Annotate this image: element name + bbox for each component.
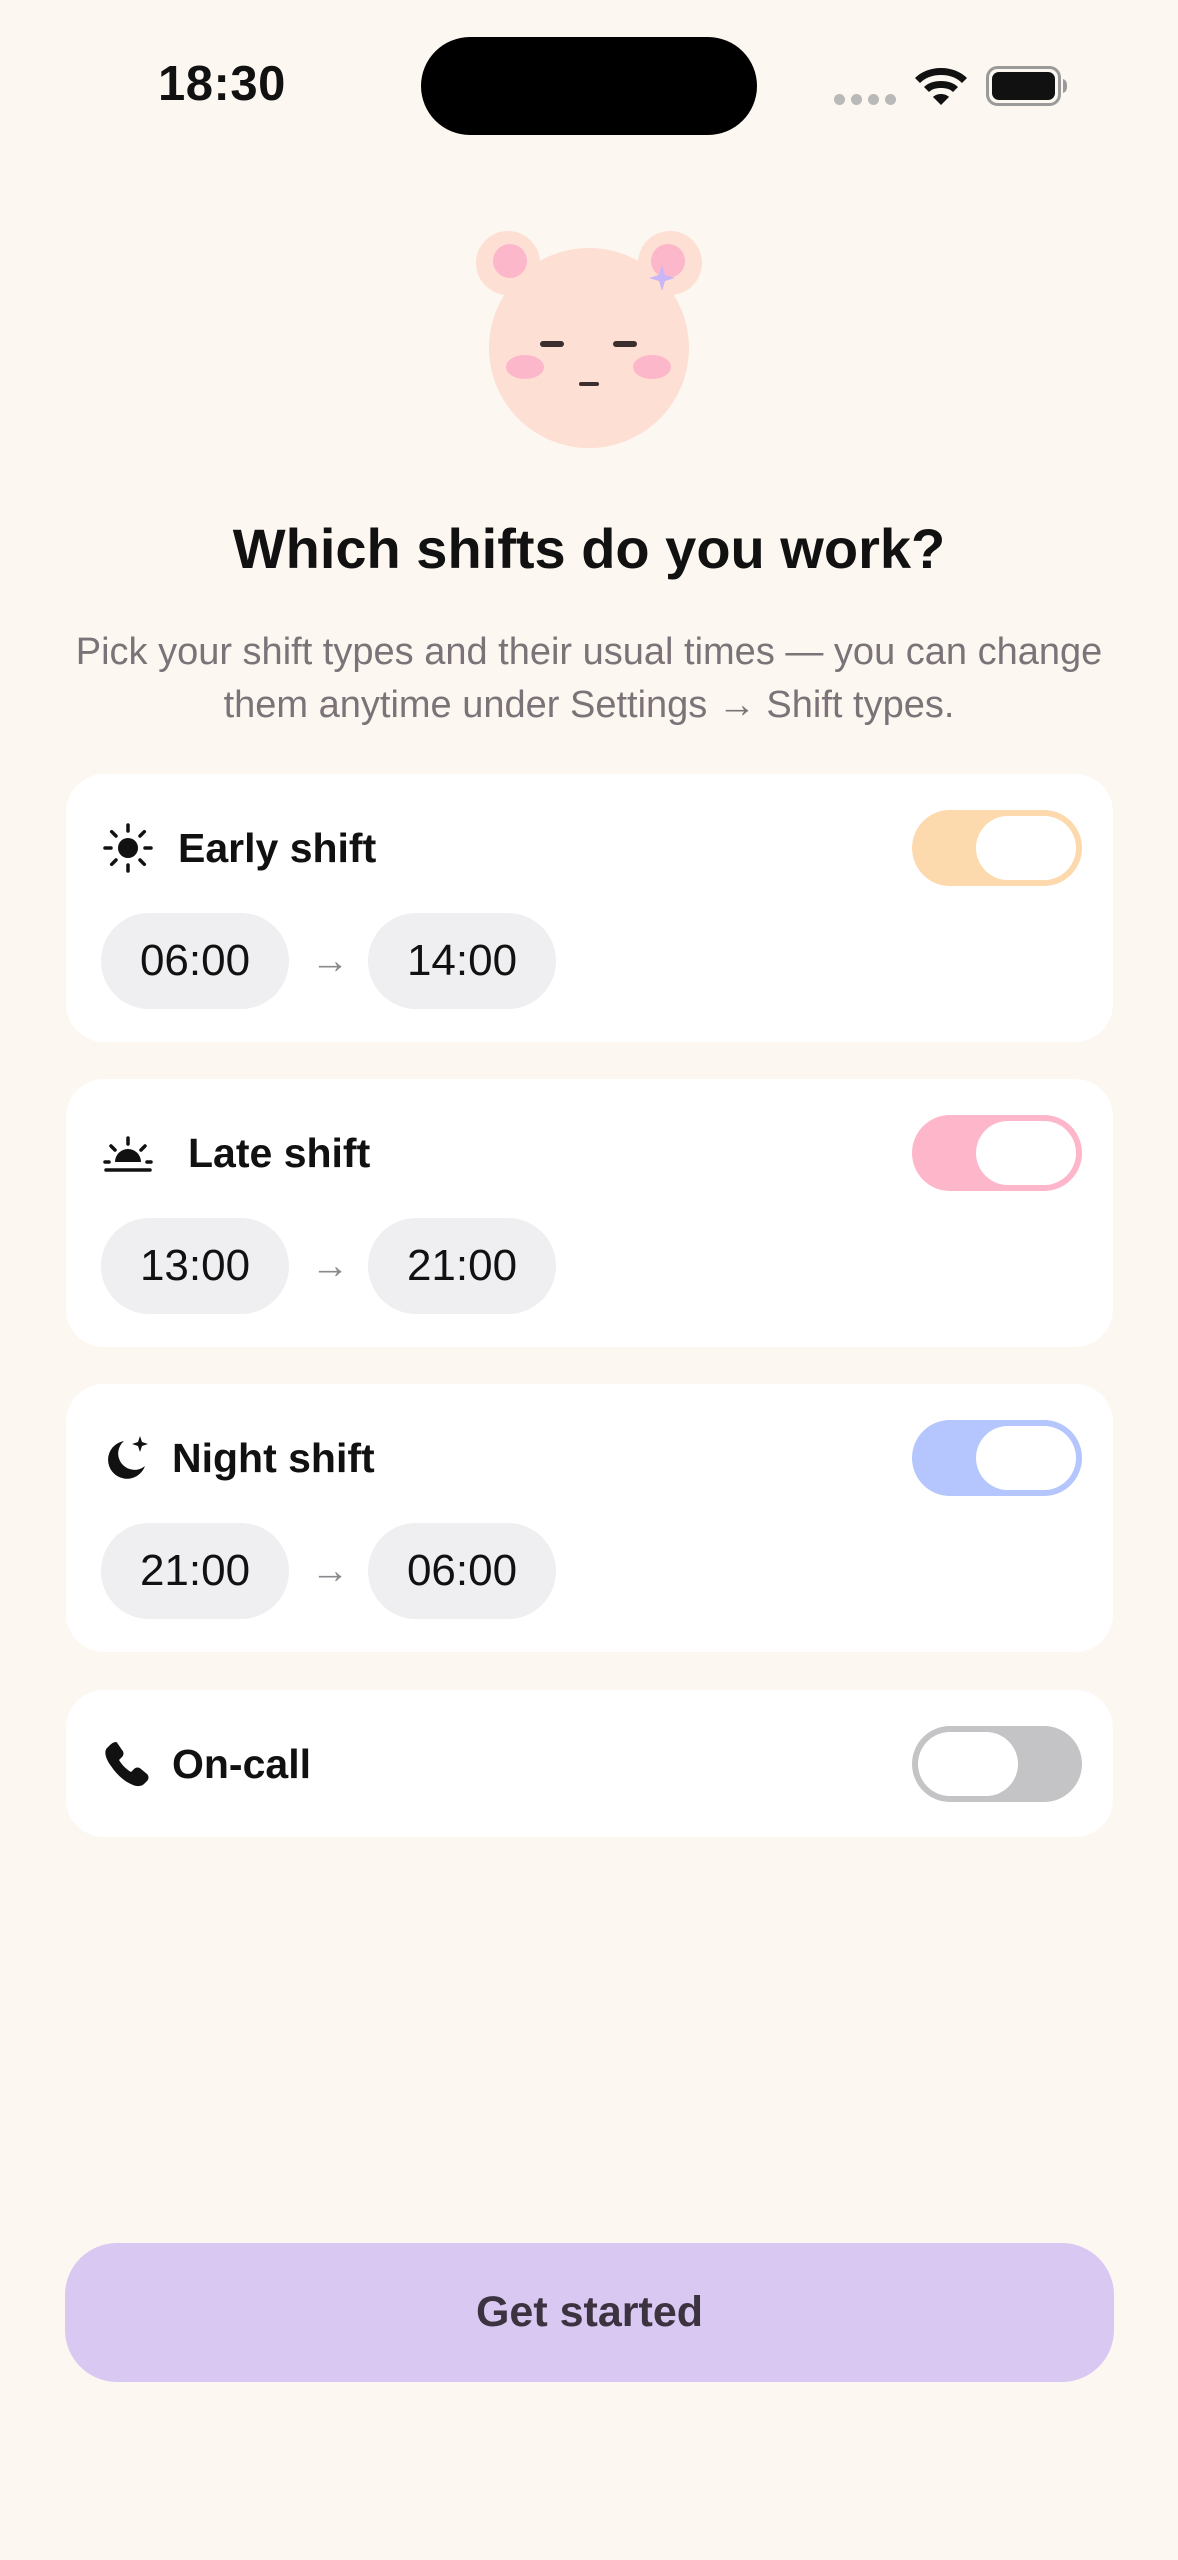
shift-card-early: Early shift 06:00 → 14:00 (66, 774, 1113, 1042)
wifi-icon (915, 68, 967, 105)
page-title: Which shifts do you work? (232, 517, 946, 580)
on-call-toggle[interactable] (912, 1726, 1082, 1802)
toggle-knob (976, 1426, 1076, 1490)
signal-dots-icon (834, 94, 896, 106)
sunset-icon (103, 1136, 153, 1172)
shift-card-on-call: On-call (66, 1690, 1113, 1837)
arrow-right-icon: → (311, 1550, 349, 1592)
night-shift-toggle[interactable] (912, 1420, 1082, 1496)
sun-icon (103, 823, 153, 873)
start-time-pill[interactable]: 13:00 (101, 1218, 289, 1314)
phone-icon (105, 1742, 149, 1787)
toggle-knob (918, 1732, 1018, 1796)
shift-card-night: Night shift 21:00 → 06:00 (66, 1384, 1113, 1652)
shift-card-late: Late shift 13:00 → 21:00 (66, 1079, 1113, 1347)
bear-face-icon (476, 231, 702, 448)
status-time: 18:30 (158, 57, 286, 111)
shift-label: On-call (172, 1741, 311, 1787)
status-bar: 18:30 (0, 0, 1178, 150)
shift-label: Night shift (172, 1435, 375, 1481)
moon-stars-icon (108, 1436, 148, 1479)
page-subtitle: Pick your shift types and their usual ti… (75, 631, 1103, 726)
early-shift-toggle[interactable] (912, 810, 1082, 886)
late-shift-toggle[interactable] (912, 1115, 1082, 1191)
arrow-right-icon: → (311, 1245, 349, 1287)
shift-label: Early shift (178, 825, 377, 871)
start-time-pill[interactable]: 21:00 (101, 1523, 289, 1619)
start-time-pill[interactable]: 06:00 (101, 913, 289, 1009)
toggle-knob (976, 1121, 1076, 1185)
end-time-pill[interactable]: 06:00 (368, 1523, 556, 1619)
arrow-right-icon: → (311, 940, 349, 982)
dynamic-island (421, 37, 757, 135)
toggle-knob (976, 816, 1076, 880)
get-started-button[interactable]: Get started (65, 2243, 1114, 2382)
end-time-pill[interactable]: 21:00 (368, 1218, 556, 1314)
end-time-pill[interactable]: 14:00 (368, 913, 556, 1009)
battery-icon (986, 66, 1067, 106)
shift-label: Late shift (188, 1130, 371, 1176)
